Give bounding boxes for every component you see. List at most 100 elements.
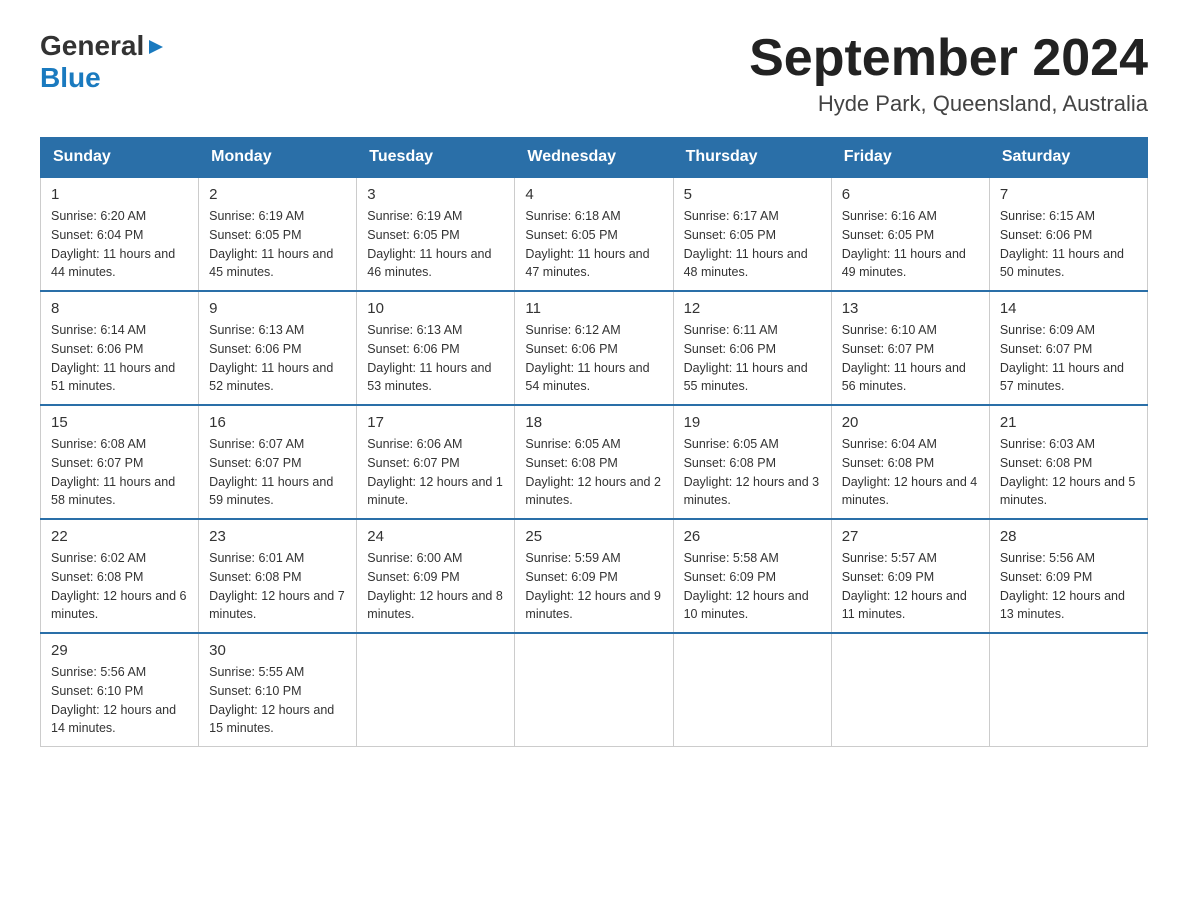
sunrise-label: Sunrise: 6:04 AM xyxy=(842,437,937,451)
table-row: 28 Sunrise: 5:56 AM Sunset: 6:09 PM Dayl… xyxy=(989,519,1147,633)
table-row: 5 Sunrise: 6:17 AM Sunset: 6:05 PM Dayli… xyxy=(673,177,831,291)
sunrise-label: Sunrise: 6:06 AM xyxy=(367,437,462,451)
daylight-label: Daylight: 12 hours and 7 minutes. xyxy=(209,589,345,622)
table-row xyxy=(673,633,831,747)
daylight-label: Daylight: 11 hours and 56 minutes. xyxy=(842,361,966,394)
sunrise-label: Sunrise: 5:56 AM xyxy=(1000,551,1095,565)
day-info: Sunrise: 6:01 AM Sunset: 6:08 PM Dayligh… xyxy=(209,549,346,624)
day-number: 15 xyxy=(51,414,188,431)
day-number: 10 xyxy=(367,300,504,317)
daylight-label: Daylight: 11 hours and 58 minutes. xyxy=(51,475,175,508)
daylight-label: Daylight: 11 hours and 47 minutes. xyxy=(525,247,649,280)
sunrise-label: Sunrise: 6:00 AM xyxy=(367,551,462,565)
sunset-label: Sunset: 6:05 PM xyxy=(684,228,776,242)
sunset-label: Sunset: 6:05 PM xyxy=(525,228,617,242)
main-title: September 2024 xyxy=(749,30,1148,87)
day-number: 16 xyxy=(209,414,346,431)
table-row: 10 Sunrise: 6:13 AM Sunset: 6:06 PM Dayl… xyxy=(357,291,515,405)
sunrise-label: Sunrise: 6:05 AM xyxy=(684,437,779,451)
day-info: Sunrise: 6:06 AM Sunset: 6:07 PM Dayligh… xyxy=(367,435,504,510)
day-number: 11 xyxy=(525,300,662,317)
day-number: 5 xyxy=(684,186,821,203)
day-info: Sunrise: 5:58 AM Sunset: 6:09 PM Dayligh… xyxy=(684,549,821,624)
day-number: 24 xyxy=(367,528,504,545)
sunset-label: Sunset: 6:07 PM xyxy=(209,456,301,470)
table-row: 23 Sunrise: 6:01 AM Sunset: 6:08 PM Dayl… xyxy=(199,519,357,633)
logo-blue-text: Blue xyxy=(40,62,101,93)
day-info: Sunrise: 6:03 AM Sunset: 6:08 PM Dayligh… xyxy=(1000,435,1137,510)
day-number: 28 xyxy=(1000,528,1137,545)
table-row: 2 Sunrise: 6:19 AM Sunset: 6:05 PM Dayli… xyxy=(199,177,357,291)
daylight-label: Daylight: 12 hours and 10 minutes. xyxy=(684,589,809,622)
sunset-label: Sunset: 6:04 PM xyxy=(51,228,143,242)
title-area: September 2024 Hyde Park, Queensland, Au… xyxy=(749,30,1148,117)
sunrise-label: Sunrise: 5:59 AM xyxy=(525,551,620,565)
sunset-label: Sunset: 6:05 PM xyxy=(842,228,934,242)
table-row: 27 Sunrise: 5:57 AM Sunset: 6:09 PM Dayl… xyxy=(831,519,989,633)
day-info: Sunrise: 6:19 AM Sunset: 6:05 PM Dayligh… xyxy=(367,207,504,282)
table-row: 14 Sunrise: 6:09 AM Sunset: 6:07 PM Dayl… xyxy=(989,291,1147,405)
logo-general-text: General xyxy=(40,30,144,62)
sunset-label: Sunset: 6:06 PM xyxy=(1000,228,1092,242)
day-number: 22 xyxy=(51,528,188,545)
daylight-label: Daylight: 11 hours and 57 minutes. xyxy=(1000,361,1124,394)
sunset-label: Sunset: 6:08 PM xyxy=(1000,456,1092,470)
day-number: 3 xyxy=(367,186,504,203)
day-number: 14 xyxy=(1000,300,1137,317)
daylight-label: Daylight: 11 hours and 49 minutes. xyxy=(842,247,966,280)
sunset-label: Sunset: 6:06 PM xyxy=(51,342,143,356)
daylight-label: Daylight: 11 hours and 54 minutes. xyxy=(525,361,649,394)
header-tuesday: Tuesday xyxy=(357,138,515,178)
sunrise-label: Sunrise: 6:07 AM xyxy=(209,437,304,451)
day-info: Sunrise: 6:09 AM Sunset: 6:07 PM Dayligh… xyxy=(1000,321,1137,396)
daylight-label: Daylight: 12 hours and 11 minutes. xyxy=(842,589,967,622)
daylight-label: Daylight: 12 hours and 15 minutes. xyxy=(209,703,334,736)
table-row: 26 Sunrise: 5:58 AM Sunset: 6:09 PM Dayl… xyxy=(673,519,831,633)
day-info: Sunrise: 6:12 AM Sunset: 6:06 PM Dayligh… xyxy=(525,321,662,396)
daylight-label: Daylight: 12 hours and 6 minutes. xyxy=(51,589,187,622)
table-row xyxy=(357,633,515,747)
sunrise-label: Sunrise: 6:11 AM xyxy=(684,323,778,337)
daylight-label: Daylight: 12 hours and 3 minutes. xyxy=(684,475,820,508)
sunrise-label: Sunrise: 6:14 AM xyxy=(51,323,146,337)
calendar-header-row: Sunday Monday Tuesday Wednesday Thursday… xyxy=(41,138,1148,178)
day-number: 9 xyxy=(209,300,346,317)
sunrise-label: Sunrise: 5:56 AM xyxy=(51,665,146,679)
day-info: Sunrise: 6:04 AM Sunset: 6:08 PM Dayligh… xyxy=(842,435,979,510)
calendar-week-5: 29 Sunrise: 5:56 AM Sunset: 6:10 PM Dayl… xyxy=(41,633,1148,747)
sunset-label: Sunset: 6:08 PM xyxy=(525,456,617,470)
header-friday: Friday xyxy=(831,138,989,178)
day-info: Sunrise: 6:14 AM Sunset: 6:06 PM Dayligh… xyxy=(51,321,188,396)
table-row: 22 Sunrise: 6:02 AM Sunset: 6:08 PM Dayl… xyxy=(41,519,199,633)
day-number: 8 xyxy=(51,300,188,317)
day-info: Sunrise: 6:13 AM Sunset: 6:06 PM Dayligh… xyxy=(367,321,504,396)
sunset-label: Sunset: 6:05 PM xyxy=(209,228,301,242)
table-row: 13 Sunrise: 6:10 AM Sunset: 6:07 PM Dayl… xyxy=(831,291,989,405)
day-number: 4 xyxy=(525,186,662,203)
table-row: 29 Sunrise: 5:56 AM Sunset: 6:10 PM Dayl… xyxy=(41,633,199,747)
daylight-label: Daylight: 11 hours and 59 minutes. xyxy=(209,475,333,508)
day-info: Sunrise: 5:55 AM Sunset: 6:10 PM Dayligh… xyxy=(209,663,346,738)
day-info: Sunrise: 6:15 AM Sunset: 6:06 PM Dayligh… xyxy=(1000,207,1137,282)
header-thursday: Thursday xyxy=(673,138,831,178)
day-number: 19 xyxy=(684,414,821,431)
day-info: Sunrise: 5:59 AM Sunset: 6:09 PM Dayligh… xyxy=(525,549,662,624)
day-info: Sunrise: 6:05 AM Sunset: 6:08 PM Dayligh… xyxy=(684,435,821,510)
sunrise-label: Sunrise: 6:01 AM xyxy=(209,551,304,565)
sunrise-label: Sunrise: 6:02 AM xyxy=(51,551,146,565)
day-info: Sunrise: 6:11 AM Sunset: 6:06 PM Dayligh… xyxy=(684,321,821,396)
sunrise-label: Sunrise: 5:58 AM xyxy=(684,551,779,565)
day-info: Sunrise: 6:08 AM Sunset: 6:07 PM Dayligh… xyxy=(51,435,188,510)
daylight-label: Daylight: 12 hours and 13 minutes. xyxy=(1000,589,1125,622)
logo-triangle-icon xyxy=(145,36,167,58)
daylight-label: Daylight: 11 hours and 55 minutes. xyxy=(684,361,808,394)
sunset-label: Sunset: 6:09 PM xyxy=(525,570,617,584)
day-info: Sunrise: 6:10 AM Sunset: 6:07 PM Dayligh… xyxy=(842,321,979,396)
calendar-week-4: 22 Sunrise: 6:02 AM Sunset: 6:08 PM Dayl… xyxy=(41,519,1148,633)
sunrise-label: Sunrise: 6:19 AM xyxy=(209,209,304,223)
sunrise-label: Sunrise: 6:03 AM xyxy=(1000,437,1095,451)
table-row: 12 Sunrise: 6:11 AM Sunset: 6:06 PM Dayl… xyxy=(673,291,831,405)
sunrise-label: Sunrise: 6:17 AM xyxy=(684,209,779,223)
day-number: 1 xyxy=(51,186,188,203)
day-info: Sunrise: 6:16 AM Sunset: 6:05 PM Dayligh… xyxy=(842,207,979,282)
